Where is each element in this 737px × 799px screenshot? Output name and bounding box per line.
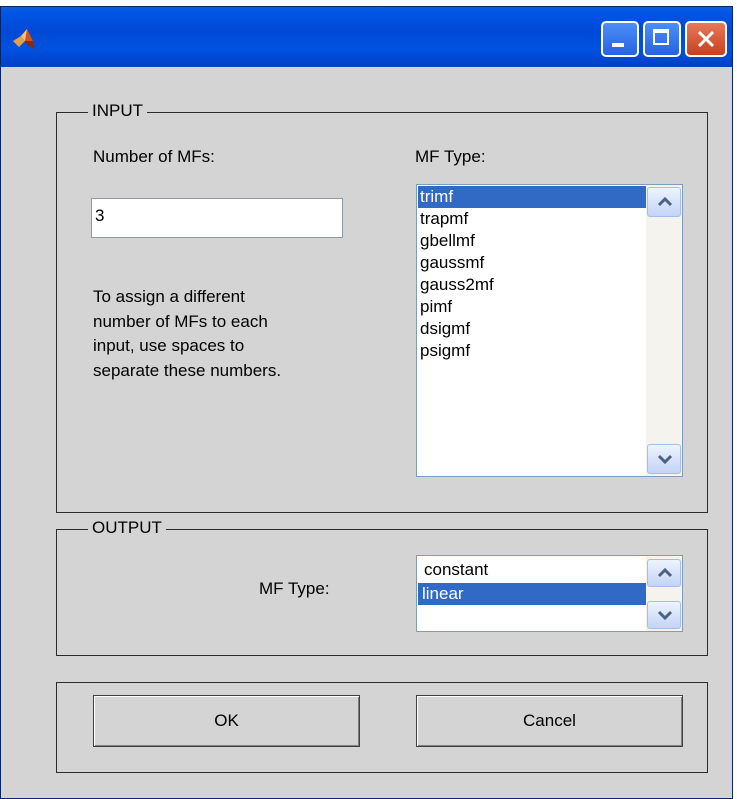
minimize-button[interactable] <box>601 21 639 57</box>
chevron-down-icon <box>657 454 673 464</box>
chevron-up-icon <box>657 568 673 578</box>
output-panel-legend: OUTPUT <box>88 518 166 538</box>
list-item-constant[interactable]: constant <box>418 559 651 581</box>
list-item-gauss2mf[interactable]: gauss2mf <box>418 274 647 296</box>
number-of-mfs-input[interactable]: 3 <box>91 198 343 238</box>
ok-button[interactable]: OK <box>93 695 360 747</box>
list-item-psigmf[interactable]: psigmf <box>418 340 647 362</box>
output-mf-type-list[interactable]: constant linear <box>416 555 683 632</box>
close-icon <box>697 30 715 48</box>
hint-line: separate these numbers. <box>93 360 282 380</box>
input-mf-type-label: MF Type: <box>415 147 486 166</box>
output-mf-type-label: MF Type: <box>259 579 330 598</box>
maximize-button[interactable] <box>643 21 681 57</box>
hint-line: To assign a different <box>93 287 245 306</box>
cancel-button[interactable]: Cancel <box>416 695 683 747</box>
title-bar[interactable] <box>1 7 732 67</box>
list-item-linear[interactable]: linear <box>418 583 649 605</box>
hint-line: input, use spaces to <box>93 336 245 355</box>
list-item-trimf[interactable]: trimf <box>418 186 647 208</box>
scroll-down-button[interactable] <box>647 444 681 474</box>
minimize-icon <box>612 43 624 47</box>
list-item-gbellmf[interactable]: gbellmf <box>418 230 647 252</box>
hint-text: To assign a different number of MFs to e… <box>93 285 281 383</box>
scroll-up-button[interactable] <box>647 187 681 217</box>
list-item-trapmf[interactable]: trapmf <box>418 208 647 230</box>
input-mf-type-list[interactable]: trimf trapmf gbellmf gaussmf gauss2mf pi… <box>416 184 683 477</box>
hint-line: number of MFs to each <box>93 311 268 331</box>
chevron-up-icon <box>657 197 673 207</box>
list-item-dsigmf[interactable]: dsigmf <box>418 318 647 340</box>
maximize-icon <box>653 29 669 45</box>
scroll-up-button[interactable] <box>647 559 681 587</box>
dialog-window: INPUT Number of MFs: 3 To assign a diffe… <box>0 6 733 799</box>
number-of-mfs-label: Number of MFs: <box>93 147 215 166</box>
input-panel-legend: INPUT <box>88 101 147 121</box>
close-button[interactable] <box>685 21 727 57</box>
list-item-gaussmf[interactable]: gaussmf <box>418 252 647 274</box>
input-list-scrollbar[interactable] <box>646 185 682 476</box>
scroll-down-button[interactable] <box>647 601 681 629</box>
output-list-scrollbar[interactable] <box>646 556 682 631</box>
chevron-down-icon <box>657 610 673 620</box>
list-item-pimf[interactable]: pimf <box>418 296 647 318</box>
matlab-logo-icon <box>13 29 35 49</box>
